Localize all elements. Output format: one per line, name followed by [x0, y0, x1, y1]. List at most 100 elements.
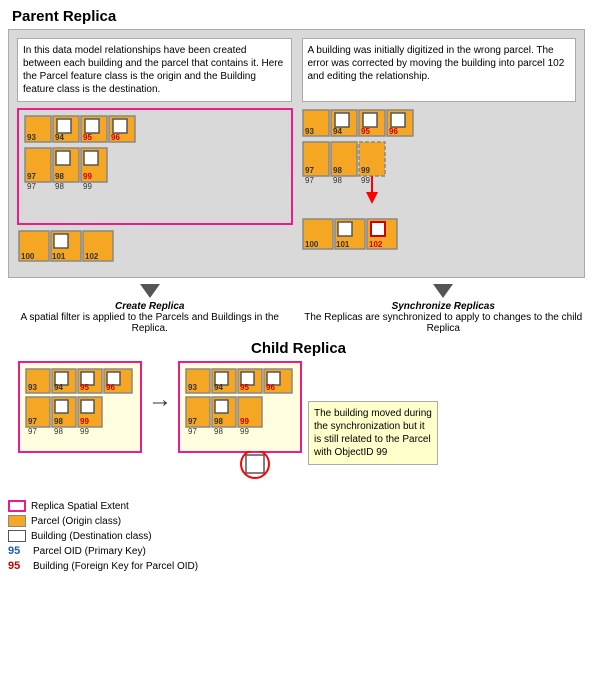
svg-text:99: 99 [240, 427, 249, 436]
child-right-svg: 93 94 95 96 97 98 [184, 367, 296, 447]
svg-text:98: 98 [54, 427, 63, 436]
moved-building-area [238, 451, 302, 490]
legend-pink-box-icon [8, 500, 26, 512]
svg-text:97: 97 [305, 176, 314, 185]
legend-orange-box-icon [8, 515, 26, 527]
child-right-pink-border: 93 94 95 96 97 98 [178, 361, 302, 453]
moved-building-svg [238, 451, 278, 487]
legend-spatial-label: Replica Spatial Extent [31, 501, 129, 512]
arrow-down-left [140, 284, 160, 298]
legend-white-box-icon [8, 530, 26, 542]
right-parcel-svg: 93 94 95 96 97 98 [301, 108, 416, 213]
svg-text:95: 95 [83, 133, 92, 142]
svg-text:99: 99 [80, 427, 89, 436]
left-diagram-col: 93 94 95 96 [17, 108, 293, 269]
legend-building-fk: 95 Building (Foreign Key for Parcel OID) [8, 560, 198, 572]
svg-text:98: 98 [333, 166, 342, 175]
sync-replica-desc: The Replicas are synchronized to apply t… [302, 312, 586, 334]
svg-text:95: 95 [361, 127, 370, 136]
svg-text:96: 96 [266, 383, 275, 392]
pink-border-left: 93 94 95 96 [17, 108, 293, 225]
child-left-diagram: 93 94 95 96 97 98 [18, 361, 142, 456]
svg-text:97: 97 [188, 427, 197, 436]
svg-text:97: 97 [28, 417, 37, 426]
svg-text:93: 93 [28, 383, 37, 392]
svg-text:99: 99 [361, 166, 370, 175]
svg-text:100: 100 [305, 240, 319, 249]
svg-text:97: 97 [188, 417, 197, 426]
arrows-section: Create Replica A spatial filter is appli… [8, 284, 585, 334]
svg-text:98: 98 [333, 176, 342, 185]
create-replica-desc: A spatial filter is applied to the Parce… [8, 312, 292, 334]
info-box-left: In this data model relationships have be… [17, 38, 292, 102]
main-container: Parent Replica In this data model relati… [0, 0, 593, 580]
svg-text:94: 94 [214, 383, 223, 392]
svg-text:98: 98 [55, 182, 64, 191]
svg-text:102: 102 [85, 252, 99, 261]
child-left-svg: 93 94 95 96 97 98 [24, 367, 136, 447]
svg-text:99: 99 [361, 176, 370, 185]
child-right-diagram: 93 94 95 96 97 98 [178, 361, 302, 490]
legend-parcel-label: Parcel (Origin class) [31, 516, 121, 527]
svg-text:101: 101 [52, 252, 66, 261]
sync-replica-title: Synchronize Replicas [302, 301, 586, 312]
legend-spatial-extent: Replica Spatial Extent [8, 500, 198, 512]
arrow-down-right [433, 284, 453, 298]
create-replica-title: Create Replica [8, 301, 292, 312]
left-parcel-svg: 93 94 95 96 [23, 114, 138, 219]
svg-text:97: 97 [305, 166, 314, 175]
right-diagram-col: 93 94 95 96 97 98 [301, 108, 577, 257]
svg-text:99: 99 [83, 172, 92, 181]
svg-text:98: 98 [214, 427, 223, 436]
svg-text:93: 93 [27, 133, 36, 142]
create-replica-block: Create Replica A spatial filter is appli… [8, 284, 292, 334]
svg-text:96: 96 [389, 127, 398, 136]
child-note-box: The building moved during the synchroniz… [308, 401, 438, 465]
legend-parcel-oid: 95 Parcel OID (Primary Key) [8, 545, 198, 557]
legend-building-label: Building (Destination class) [31, 531, 152, 542]
legend-building: Building (Destination class) [8, 530, 198, 542]
svg-text:99: 99 [80, 417, 89, 426]
svg-text:98: 98 [54, 417, 63, 426]
svg-text:94: 94 [54, 383, 63, 392]
legend-building-fk-label: Building (Foreign Key for Parcel OID) [33, 561, 198, 572]
parent-top-row: In this data model relationships have be… [17, 38, 576, 102]
left-parcel-row2: 100 101 102 [17, 229, 132, 269]
svg-text:99: 99 [83, 182, 92, 191]
parent-replica-title: Parent Replica [12, 8, 585, 25]
legend-building-fk-num: 95 [8, 560, 28, 572]
svg-text:94: 94 [333, 127, 342, 136]
svg-text:99: 99 [240, 417, 249, 426]
svg-text:100: 100 [21, 252, 35, 261]
svg-text:97: 97 [28, 427, 37, 436]
legend-area: Replica Spatial Extent Parcel (Origin cl… [8, 500, 585, 572]
svg-text:98: 98 [55, 172, 64, 181]
svg-text:101: 101 [336, 240, 350, 249]
parent-replica-box: In this data model relationships have be… [8, 29, 585, 278]
right-parcel-row2: 100 101 102 [301, 217, 416, 257]
sync-replica-label-block: Synchronize Replicas The Replicas are sy… [302, 301, 586, 334]
legend-items: Replica Spatial Extent Parcel (Origin cl… [8, 500, 198, 572]
info-box-right: A building was initially digitized in th… [302, 38, 577, 102]
svg-text:98: 98 [214, 417, 223, 426]
child-pink-border: 93 94 95 96 97 98 [18, 361, 142, 453]
svg-text:97: 97 [27, 182, 36, 191]
svg-text:96: 96 [111, 133, 120, 142]
parent-diagrams: 93 94 95 96 [17, 108, 576, 269]
child-replica-title: Child Replica [12, 340, 585, 357]
legend-parcel-oid-label: Parcel OID (Primary Key) [33, 546, 146, 557]
right-arrow-icon: → [148, 386, 172, 414]
sync-replica-block: Synchronize Replicas The Replicas are sy… [302, 284, 586, 334]
legend-parcel-oid-num: 95 [8, 545, 28, 557]
child-replica-area: 93 94 95 96 97 98 [18, 361, 585, 490]
svg-text:97: 97 [27, 172, 36, 181]
svg-text:95: 95 [240, 383, 249, 392]
svg-text:93: 93 [305, 127, 314, 136]
svg-text:102: 102 [369, 240, 383, 249]
create-replica-label-block: Create Replica A spatial filter is appli… [8, 301, 292, 334]
svg-text:94: 94 [55, 133, 64, 142]
svg-text:93: 93 [188, 383, 197, 392]
svg-text:95: 95 [80, 383, 89, 392]
legend-parcel: Parcel (Origin class) [8, 515, 198, 527]
svg-text:96: 96 [106, 383, 115, 392]
